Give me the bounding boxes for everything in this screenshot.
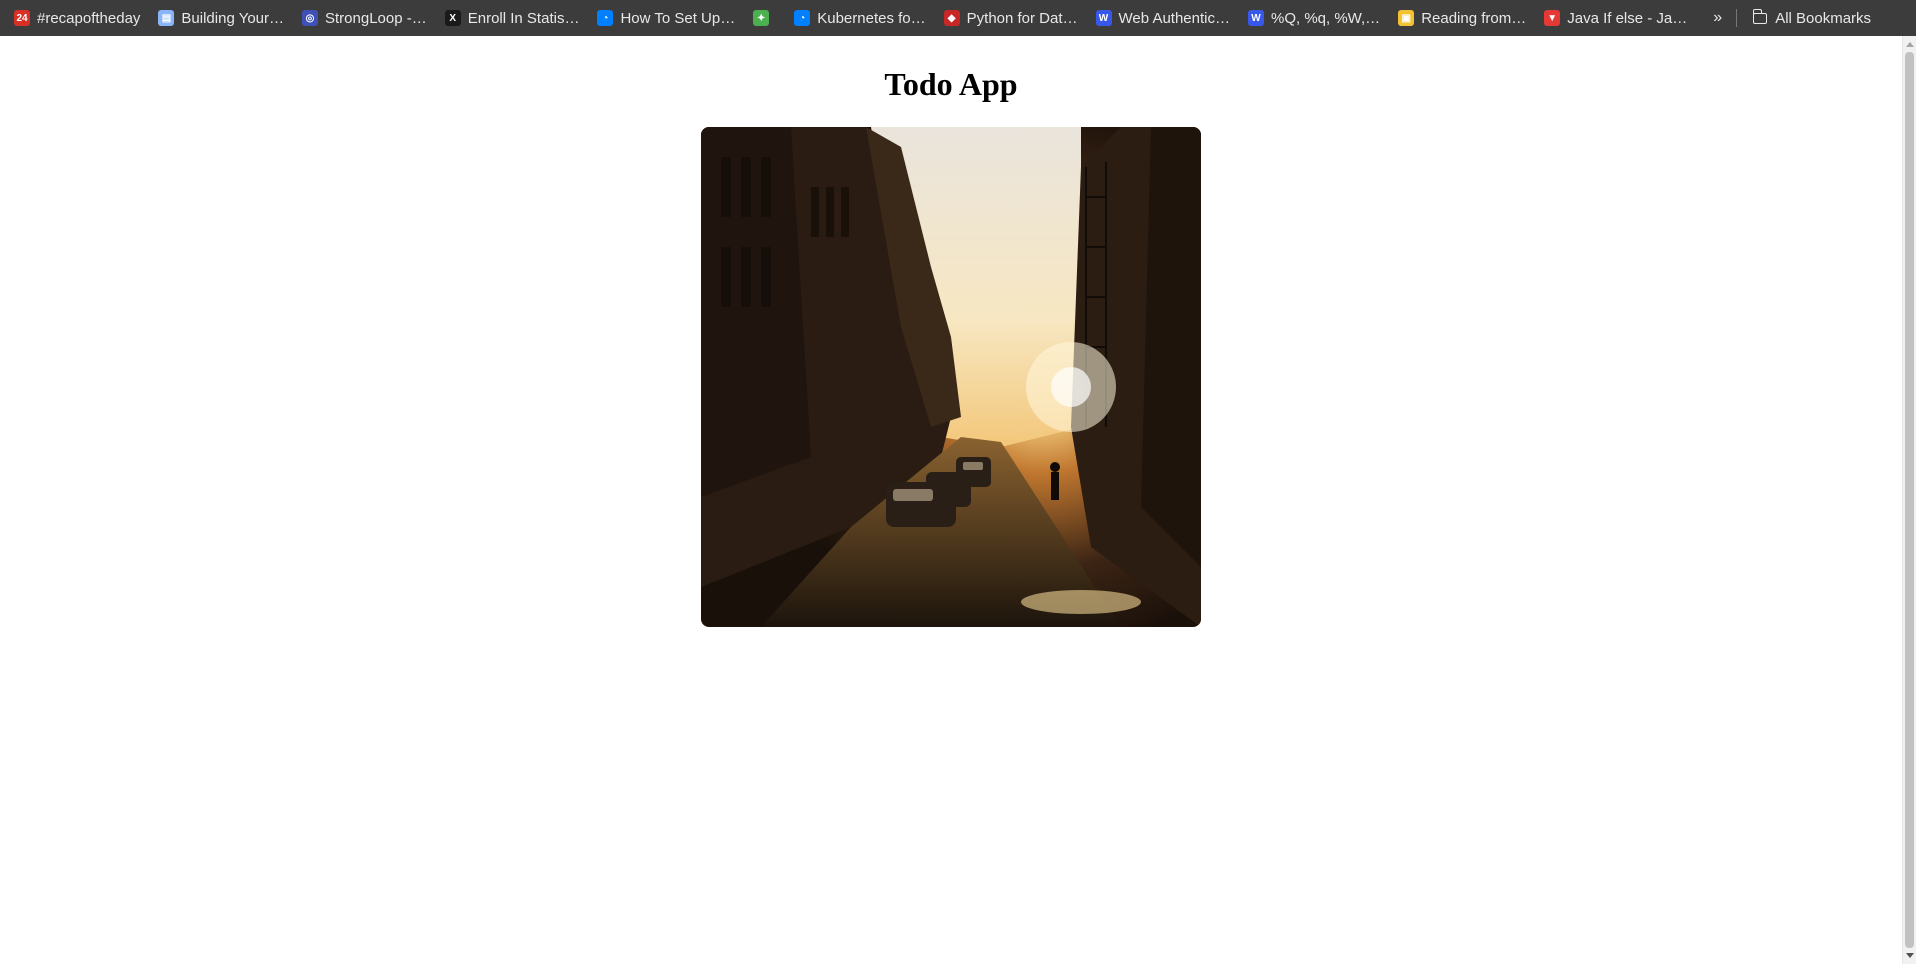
bookmarks-overflow-chevron-icon[interactable]: »: [1703, 9, 1732, 27]
bookmark-label: StrongLoop -…: [325, 9, 427, 27]
bookmark-item[interactable]: ▤ Building Your…: [152, 4, 290, 32]
bookmark-item[interactable]: ◔ Kubernetes fo…: [788, 4, 931, 32]
bookmark-item[interactable]: ▼ Java If else - Ja…: [1538, 4, 1693, 32]
bookmark-item[interactable]: W %Q, %q, %W,…: [1242, 4, 1386, 32]
x-icon: X: [444, 10, 461, 26]
bookmark-item[interactable]: ✦: [747, 4, 782, 32]
street-photo-svg: [701, 127, 1201, 627]
bookmark-label: %Q, %q, %W,…: [1270, 9, 1381, 27]
globe-icon: ◎: [302, 10, 318, 26]
scroll-up-arrow-icon[interactable]: [1906, 42, 1914, 47]
bookmark-item[interactable]: ▣ Reading from…: [1392, 4, 1532, 32]
bookmark-label: Web Authentic…: [1118, 9, 1230, 27]
all-bookmarks-button[interactable]: All Bookmarks: [1747, 8, 1877, 27]
wordpress-icon: W: [1095, 10, 1112, 26]
all-bookmarks-label: All Bookmarks: [1775, 9, 1872, 27]
pinwheel-icon: ✦: [753, 10, 770, 26]
bookmark-label: Python for Dat…: [966, 9, 1078, 27]
bookmark-label: Reading from…: [1421, 9, 1527, 27]
folder-icon: [1752, 8, 1768, 24]
wordpress-icon: W: [1247, 10, 1264, 26]
scroll-thumb[interactable]: [1905, 52, 1914, 948]
bookmark-label: How To Set Up…: [620, 9, 736, 27]
bookmark-item[interactable]: ◎ StrongLoop -…: [296, 4, 433, 32]
bookmark-item[interactable]: 24 #recapoftheday: [8, 4, 146, 32]
document-icon: ▤: [158, 10, 175, 26]
bookmark-item[interactable]: ◔ How To Set Up…: [591, 4, 741, 32]
news-badge-icon: 24: [14, 10, 30, 26]
bookmark-item[interactable]: ◆ Python for Dat…: [938, 4, 1084, 32]
photo-icon: ▣: [1398, 10, 1415, 26]
triangle-icon: ▼: [1544, 10, 1561, 26]
digitalocean-icon: ◔: [597, 10, 614, 26]
page-title: Todo App: [884, 66, 1018, 102]
bookmarks-divider: [1736, 9, 1738, 27]
bookmark-label: Kubernetes fo…: [817, 9, 926, 27]
bookmark-label: #recapoftheday: [37, 9, 141, 27]
bookmark-list: 24 #recapoftheday ▤ Building Your… ◎ StrongLo…: [8, 4, 1699, 32]
vertical-scrollbar[interactable]: [1902, 36, 1916, 964]
shield-icon: ◆: [943, 10, 960, 26]
bookmarks-bar: 24 #recapoftheday ▤ Building Your… ◎ StrongLo…: [0, 0, 1916, 36]
bookmark-item[interactable]: W Web Authentic…: [1090, 4, 1236, 32]
bookmark-label: Java If else - Ja…: [1567, 9, 1688, 27]
page-content: Todo App: [0, 36, 1902, 964]
bookmark-label: Building Your…: [181, 9, 284, 27]
street-photo: [701, 127, 1201, 627]
scroll-down-arrow-icon[interactable]: [1906, 953, 1914, 958]
bookmark-label: Enroll In Statis…: [467, 9, 580, 27]
bookmark-item[interactable]: X Enroll In Statis…: [439, 4, 586, 32]
digitalocean-icon: ◔: [794, 10, 811, 26]
